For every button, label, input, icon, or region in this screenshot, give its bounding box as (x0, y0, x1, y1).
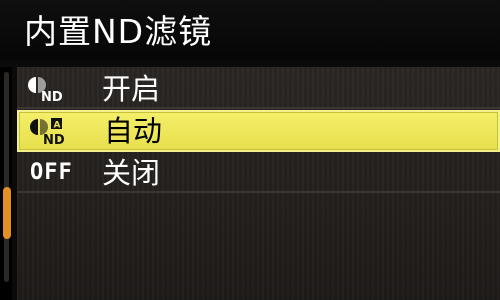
scrollbar-track[interactable] (4, 72, 9, 282)
nd-filter-on-icon: ND (28, 77, 63, 103)
scrollbar-thumb[interactable] (3, 187, 11, 239)
nd-filter-auto-icon: A ND (30, 118, 65, 146)
option-label-auto: 自动 (104, 114, 163, 148)
off-icon-text: OFF (30, 160, 73, 185)
option-on[interactable]: ND 开启 (17, 69, 500, 109)
auto-badge-text: A (54, 121, 61, 131)
nd-icon-text: ND (43, 133, 65, 146)
option-auto[interactable]: A ND 自动 (17, 110, 500, 152)
option-label-on: 开启 (102, 72, 161, 106)
nd-icon-text: ND (41, 90, 63, 103)
option-label-off: 关闭 (102, 156, 161, 190)
option-off[interactable]: OFF 关闭 (17, 153, 500, 193)
menu-title: 内置ND滤镜 (24, 12, 213, 51)
title-bar: 内置ND滤镜 (0, 0, 500, 60)
